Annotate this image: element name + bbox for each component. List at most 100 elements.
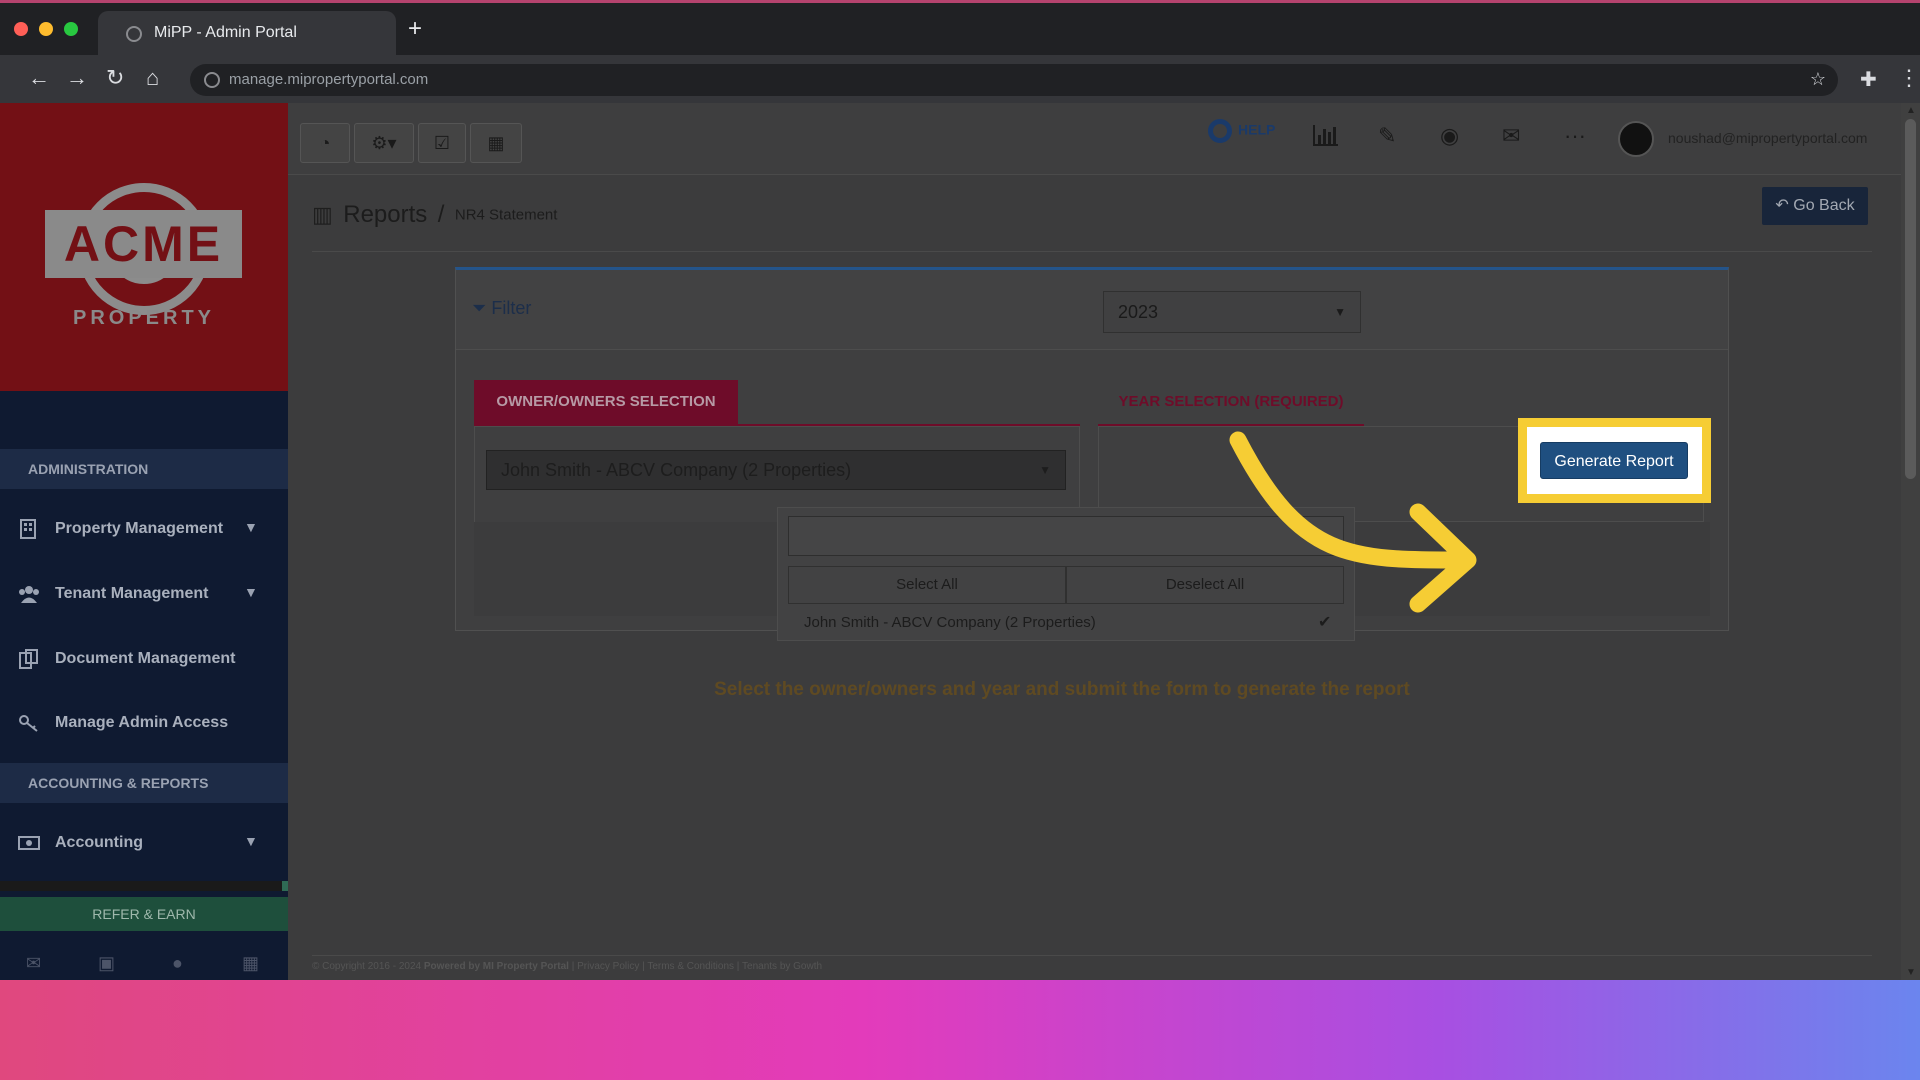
forward-arrow-icon[interactable]: → — [66, 65, 88, 91]
tab-strip: MiPP - Admin Portal + — [0, 3, 1920, 55]
logo-wordmark: ACME — [45, 210, 242, 278]
terms-link[interactable]: Terms & Conditions — [647, 961, 734, 972]
generate-report-button[interactable]: Generate Report — [1540, 442, 1688, 479]
sidebar-item-tenant-management[interactable]: Tenant Management ▼ — [0, 570, 288, 620]
url-text: manage.mipropertyportal.com — [229, 71, 429, 88]
go-back-button[interactable]: ↶ Go Back — [1762, 187, 1868, 225]
dashboard-icon[interactable]: ◔ — [300, 123, 350, 163]
page-content: ACME PROPERTY ADMINISTRATION Property Ma… — [0, 103, 1920, 980]
user-icon[interactable]: ● — [172, 953, 183, 974]
year-select[interactable]: 2023 ▼ — [1103, 291, 1361, 333]
caret-down-icon: ▼ — [1039, 463, 1051, 477]
footer-divider — [312, 955, 1872, 956]
bar-chart-icon[interactable] — [1312, 123, 1340, 147]
scroll-thumb[interactable] — [1905, 119, 1916, 479]
filter-title: ⏷ Filter — [472, 298, 531, 319]
year-select-value: 2023 — [1118, 302, 1159, 322]
owner-select-value: John Smith - ABCV Company (2 Properties) — [501, 460, 852, 480]
owner-option[interactable]: John Smith - ABCV Company (2 Properties) — [804, 614, 1096, 631]
owner-dropdown-menu: Select All Deselect All John Smith - ABC… — [777, 507, 1355, 641]
page-scrollbar[interactable]: ▲ ▼ — [1901, 103, 1920, 980]
new-tab-button[interactable]: + — [408, 17, 422, 41]
sidebar-item-manage-admin-access[interactable]: Manage Admin Access — [0, 699, 288, 749]
filter-funnel-icon: ⏷ — [472, 298, 487, 318]
eye-icon[interactable]: ◉ — [1440, 123, 1459, 149]
checkmark-icon: ✔ — [1318, 614, 1332, 631]
powered-by-link[interactable]: Powered by MI Property Portal — [424, 961, 569, 972]
deselect-all-button[interactable]: Deselect All — [1066, 566, 1344, 604]
calendar-check-icon[interactable]: ☑ — [418, 123, 466, 163]
tab-title: MiPP - Admin Portal — [154, 24, 297, 41]
wrench-icon[interactable]: ✎ — [1378, 123, 1396, 149]
avatar[interactable] — [1618, 121, 1654, 157]
sidebar: ACME PROPERTY ADMINISTRATION Property Ma… — [0, 103, 288, 980]
sidebar-item-accounting[interactable]: Accounting ▼ — [0, 819, 288, 869]
chevron-down-icon: ▼ — [244, 519, 258, 535]
footer-extra: Tenants by Gowth — [742, 961, 823, 972]
divider — [312, 251, 1872, 252]
section-header-administration: ADMINISTRATION — [0, 449, 288, 489]
site-info-icon[interactable] — [204, 72, 220, 88]
sidebar-item-property-management[interactable]: Property Management ▼ — [0, 505, 288, 555]
help-button[interactable]: HELP — [1208, 119, 1275, 143]
sidebar-item-document-management[interactable]: Document Management — [0, 635, 288, 685]
calculator-icon[interactable]: ▦ — [470, 123, 522, 163]
refer-and-earn-button[interactable]: REFER & EARN — [0, 897, 288, 931]
browser-window: MiPP - Admin Portal + ← → ↻ ⌂ manage.mip… — [0, 0, 1920, 980]
back-arrow-icon[interactable]: ← — [28, 65, 50, 91]
browser-tab[interactable]: MiPP - Admin Portal — [98, 11, 396, 55]
sidebar-progress-strip — [0, 881, 288, 891]
sidebar-item-label: Property Management — [55, 520, 224, 537]
briefcase-icon[interactable]: ▣ — [98, 953, 115, 974]
chevron-down-icon: ▼ — [244, 584, 258, 600]
breadcrumb: ▥ Reports / NR4 Statement — [312, 201, 557, 229]
close-window-button[interactable] — [14, 22, 28, 36]
tab-owner-selection[interactable]: OWNER/OWNERS SELECTION — [474, 380, 738, 424]
caret-down-icon: ▼ — [1334, 305, 1346, 319]
globe-icon — [126, 26, 142, 42]
envelope-icon[interactable]: ✉ — [26, 953, 41, 974]
bar-chart-icon: ▥ — [312, 202, 333, 227]
sidebar-footer: ✉ ▣ ● ▦ — [0, 943, 288, 980]
page-title[interactable]: Reports — [343, 201, 427, 228]
breadcrumb-separator: / — [437, 201, 445, 228]
select-all-button[interactable]: Select All — [788, 566, 1066, 604]
browser-toolbar: ← → ↻ ⌂ manage.mipropertyportal.com ☆ ✚ … — [0, 55, 1920, 103]
owner-select[interactable]: John Smith - ABCV Company (2 Properties)… — [486, 450, 1066, 490]
tab-year-selection[interactable]: YEAR SELECTION (REQUIRED) — [1098, 380, 1364, 424]
reload-icon[interactable]: ↻ — [106, 65, 124, 91]
chevron-down-icon: ▼ — [244, 833, 258, 849]
home-icon[interactable]: ⌂ — [146, 65, 159, 91]
app-topbar: ◔ ⚙▾ ☑ ▦ HELP ✎ ◉ ✉ ··· noushad@miproper… — [288, 103, 1920, 175]
sidebar-item-label: Manage Admin Access — [55, 714, 229, 731]
help-label: HELP — [1238, 121, 1276, 138]
settings-dropdown-icon[interactable]: ⚙▾ — [354, 123, 414, 163]
page-footer: © Copyright 2016 - 2024 Powered by MI Pr… — [312, 961, 823, 972]
money-icon — [18, 836, 40, 850]
main-area: ◔ ⚙▾ ☑ ▦ HELP ✎ ◉ ✉ ··· noushad@miproper… — [288, 103, 1920, 980]
documents-icon — [19, 649, 38, 669]
more-icon[interactable]: ··· — [1564, 123, 1586, 149]
scroll-up-icon[interactable]: ▲ — [1906, 105, 1916, 116]
sidebar-item-label: Accounting — [55, 834, 143, 851]
bookmark-star-icon[interactable]: ☆ — [1810, 69, 1826, 90]
user-email[interactable]: noushad@mipropertyportal.com — [1668, 130, 1867, 146]
go-back-label: Go Back — [1793, 197, 1855, 214]
building-icon — [20, 519, 36, 539]
mail-icon[interactable]: ✉ — [1502, 123, 1520, 149]
minimize-window-button[interactable] — [39, 22, 53, 36]
users-icon — [19, 586, 39, 603]
desktop-background — [0, 980, 1920, 1080]
maximize-window-button[interactable] — [64, 22, 78, 36]
browser-menu-icon[interactable]: ⋮ — [1898, 65, 1920, 91]
building-small-icon[interactable]: ▦ — [242, 953, 259, 974]
privacy-policy-link[interactable]: Privacy Policy — [577, 961, 639, 972]
filter-title-text: Filter — [491, 298, 532, 318]
lifebuoy-icon — [1208, 119, 1232, 143]
extensions-puzzle-icon[interactable]: ✚ — [1860, 67, 1877, 92]
company-logo[interactable]: ACME PROPERTY — [0, 103, 288, 391]
address-bar[interactable]: manage.mipropertyportal.com ☆ — [190, 64, 1838, 96]
instruction-text: Select the owner/owners and year and sub… — [714, 679, 1410, 700]
owner-search-input[interactable] — [788, 516, 1344, 556]
scroll-down-icon[interactable]: ▼ — [1906, 967, 1916, 978]
